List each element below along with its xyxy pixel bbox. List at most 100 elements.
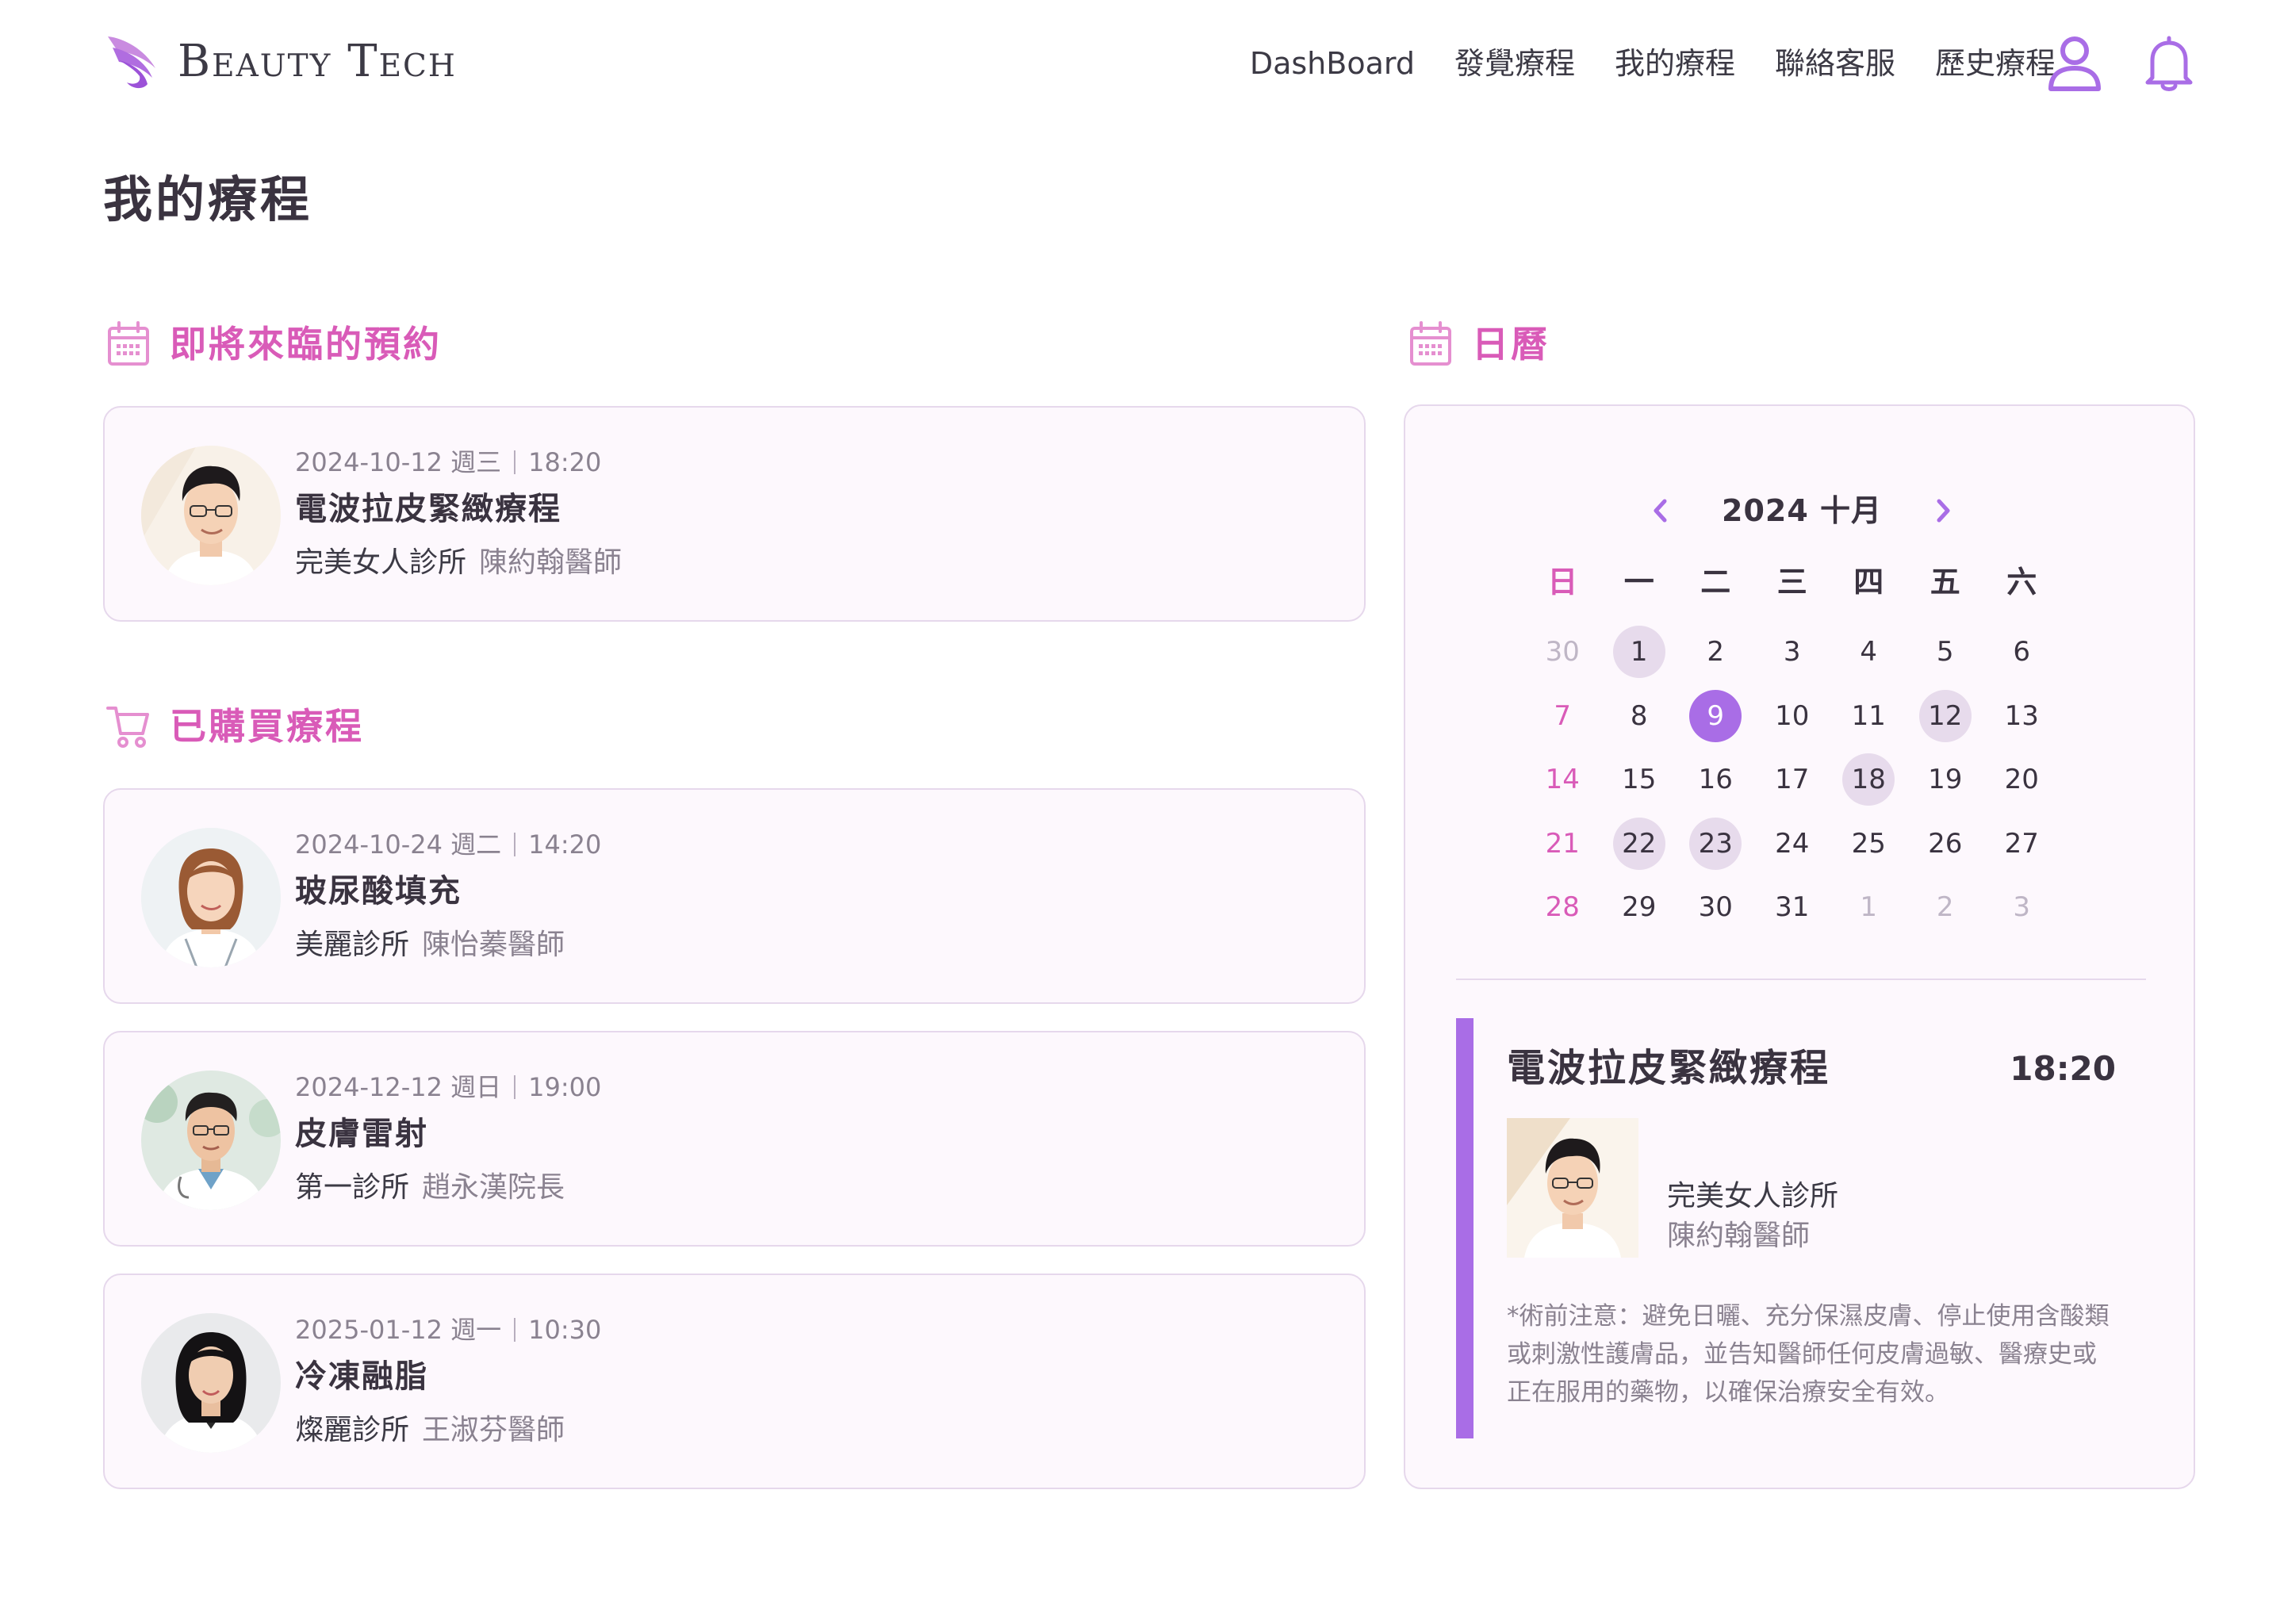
chevron-left-icon[interactable] (1643, 493, 1678, 528)
nav-item-dashboard[interactable]: DashBoard (1250, 41, 1415, 86)
month-navigator: 2024 十月 (1643, 485, 1960, 536)
calendar-day-number: 29 (1622, 891, 1657, 924)
appointment-time: 18:20 (528, 447, 602, 477)
calendar-day[interactable]: 19 (1907, 748, 1984, 812)
calendar-day[interactable]: 27 (1983, 812, 2060, 876)
calendar-day-number: 2 (1707, 636, 1725, 668)
detail-time: 18:20 (2010, 1049, 2116, 1088)
calendar-day-selected[interactable]: 9 (1677, 684, 1754, 749)
appointment-date: 2025-01-12 週一 (295, 1315, 502, 1345)
calendar-day[interactable]: 11 (1830, 684, 1907, 749)
clinic-info: 第一診所 趙永漢院長 (295, 1167, 565, 1208)
calendar-icon (108, 321, 149, 366)
calendar-day[interactable]: 24 (1754, 812, 1831, 876)
meta-divider (514, 833, 516, 856)
appointment-time: 19:00 (528, 1072, 602, 1102)
calendar-day[interactable]: 31 (1754, 875, 1831, 940)
user-icon[interactable] (2046, 33, 2103, 94)
calendar-day-number: 22 (1612, 817, 1665, 870)
calendar-day[interactable]: 26 (1907, 812, 1984, 876)
weekday-wed: 三 (1776, 565, 1807, 599)
upcoming-appointment-card[interactable]: 2024-10-12 週三 18:20 電波拉皮緊緻療程 完美女人診所 陳約翰醫師 (103, 406, 1366, 622)
calendar-day[interactable]: 25 (1830, 812, 1907, 876)
appointment-datetime: 2024-12-12 週日 19:00 (295, 1069, 601, 1105)
purchased-treatment-card[interactable]: 2024-10-24 週二 14:20 玻尿酸填充 美麗診所 陳怡蓁醫師 (103, 788, 1366, 1004)
calendar-day-number: 17 (1775, 764, 1810, 796)
calendar-day[interactable]: 29 (1601, 875, 1678, 940)
purchased-treatment-card[interactable]: 2024-12-12 週日 19:00 皮膚雷射 第一診所 趙永漢院長 (103, 1031, 1366, 1247)
month-label: 2024 十月 (1722, 493, 1882, 528)
calendar-day-booked[interactable]: 18 (1830, 748, 1907, 812)
calendar-day[interactable]: 28 (1524, 875, 1601, 940)
calendar-day[interactable]: 13 (1983, 684, 2060, 749)
calendar-day[interactable]: 17 (1754, 748, 1831, 812)
doctor-photo-icon (141, 1071, 281, 1210)
purchased-treatment-card[interactable]: 2025-01-12 週一 10:30 冷凍融脂 燦麗診所 王淑芬醫師 (103, 1274, 1366, 1489)
calendar-day-number: 18 (1842, 753, 1895, 806)
calendar-day[interactable]: 1 (1830, 875, 1907, 940)
calendar-day-number: 3 (1783, 636, 1801, 668)
selected-appointment-detail: 電波拉皮緊緻療程 18:20 完美女人診所 陳約翰醫師 *術前注意：避免日曬、充… (1456, 1018, 2154, 1438)
calendar-day[interactable]: 10 (1754, 684, 1831, 749)
doctor-name: 王淑芬醫師 (422, 1414, 565, 1446)
calendar-day-number: 12 (1918, 689, 1972, 742)
calendar-day-number: 1 (1612, 626, 1665, 679)
detail-accent-bar (1456, 1018, 1473, 1438)
calendar-day[interactable]: 4 (1830, 620, 1907, 684)
brand-logo[interactable]: Beauty Tech (103, 32, 457, 92)
doctor-photo-icon (1507, 1118, 1638, 1258)
nav-item-history[interactable]: 歷史療程 (1935, 41, 2056, 86)
calendar-day-number: 25 (1851, 827, 1886, 860)
calendar-day-booked[interactable]: 23 (1677, 812, 1754, 876)
calendar-day-number: 13 (2004, 699, 2039, 732)
doctor-avatar (141, 1313, 281, 1453)
nav-item-discover[interactable]: 發覺療程 (1454, 41, 1575, 86)
weekday-tue: 二 (1700, 565, 1731, 599)
calendar-day-number: 24 (1775, 827, 1810, 860)
doctor-avatar (141, 446, 281, 585)
calendar-day[interactable]: 6 (1983, 620, 2060, 684)
calendar-day[interactable]: 8 (1601, 684, 1678, 749)
clinic-name: 美麗診所 (295, 929, 410, 961)
meta-divider (514, 1075, 516, 1099)
treatment-name: 冷凍融脂 (295, 1358, 428, 1395)
calendar-day-grid: 30 1 2 3 4 5 6 7 8 9 10 11 12 13 14 15 16 17 18 19 20 21 22 23 2… (1524, 620, 2060, 940)
calendar-day-booked[interactable]: 1 (1601, 620, 1678, 684)
calendar-day-number: 9 (1689, 689, 1742, 742)
appointment-datetime: 2024-10-12 週三 18:20 (295, 444, 601, 481)
doctor-name: 趙永漢院長 (422, 1171, 565, 1204)
calendar-day[interactable]: 3 (1983, 875, 2060, 940)
calendar-day[interactable]: 21 (1524, 812, 1601, 876)
calendar-day[interactable]: 16 (1677, 748, 1754, 812)
calendar-day-number: 4 (1860, 636, 1878, 668)
bell-icon[interactable] (2143, 35, 2195, 92)
calendar-day[interactable]: 2 (1907, 875, 1984, 940)
calendar-day[interactable]: 30 (1524, 620, 1601, 684)
calendar-day[interactable]: 30 (1677, 875, 1754, 940)
calendar-day-number: 7 (1554, 699, 1572, 732)
calendar-day[interactable]: 2 (1677, 620, 1754, 684)
detail-doctor-name: 陳約翰醫師 (1667, 1220, 1811, 1252)
appointment-date: 2024-10-24 週二 (295, 829, 502, 860)
calendar-day-number: 14 (1545, 764, 1580, 796)
calendar-day-number: 6 (2013, 636, 2031, 668)
calendar-day[interactable]: 7 (1524, 684, 1601, 749)
upcoming-heading-label: 即將來臨的預約 (170, 323, 442, 366)
calendar-day-number: 28 (1545, 891, 1580, 924)
calendar-day-booked[interactable]: 22 (1601, 812, 1678, 876)
calendar-day-booked[interactable]: 12 (1907, 684, 1984, 749)
chevron-right-icon[interactable] (1926, 493, 1960, 528)
clinic-name: 燦麗診所 (295, 1414, 410, 1446)
calendar-day-number: 21 (1545, 827, 1580, 860)
nav-item-support[interactable]: 聯絡客服 (1775, 41, 1895, 86)
calendar-day[interactable]: 15 (1601, 748, 1678, 812)
calendar-day[interactable]: 5 (1907, 620, 1984, 684)
doctor-name: 陳約翰醫師 (479, 546, 623, 579)
calendar-day-number: 10 (1775, 699, 1810, 732)
calendar-day[interactable]: 20 (1983, 748, 2060, 812)
calendar-day-number: 19 (1928, 764, 1963, 796)
nav-item-my-treatments[interactable]: 我的療程 (1615, 41, 1735, 86)
calendar-day[interactable]: 3 (1754, 620, 1831, 684)
calendar-day[interactable]: 14 (1524, 748, 1601, 812)
meta-divider (514, 450, 516, 474)
